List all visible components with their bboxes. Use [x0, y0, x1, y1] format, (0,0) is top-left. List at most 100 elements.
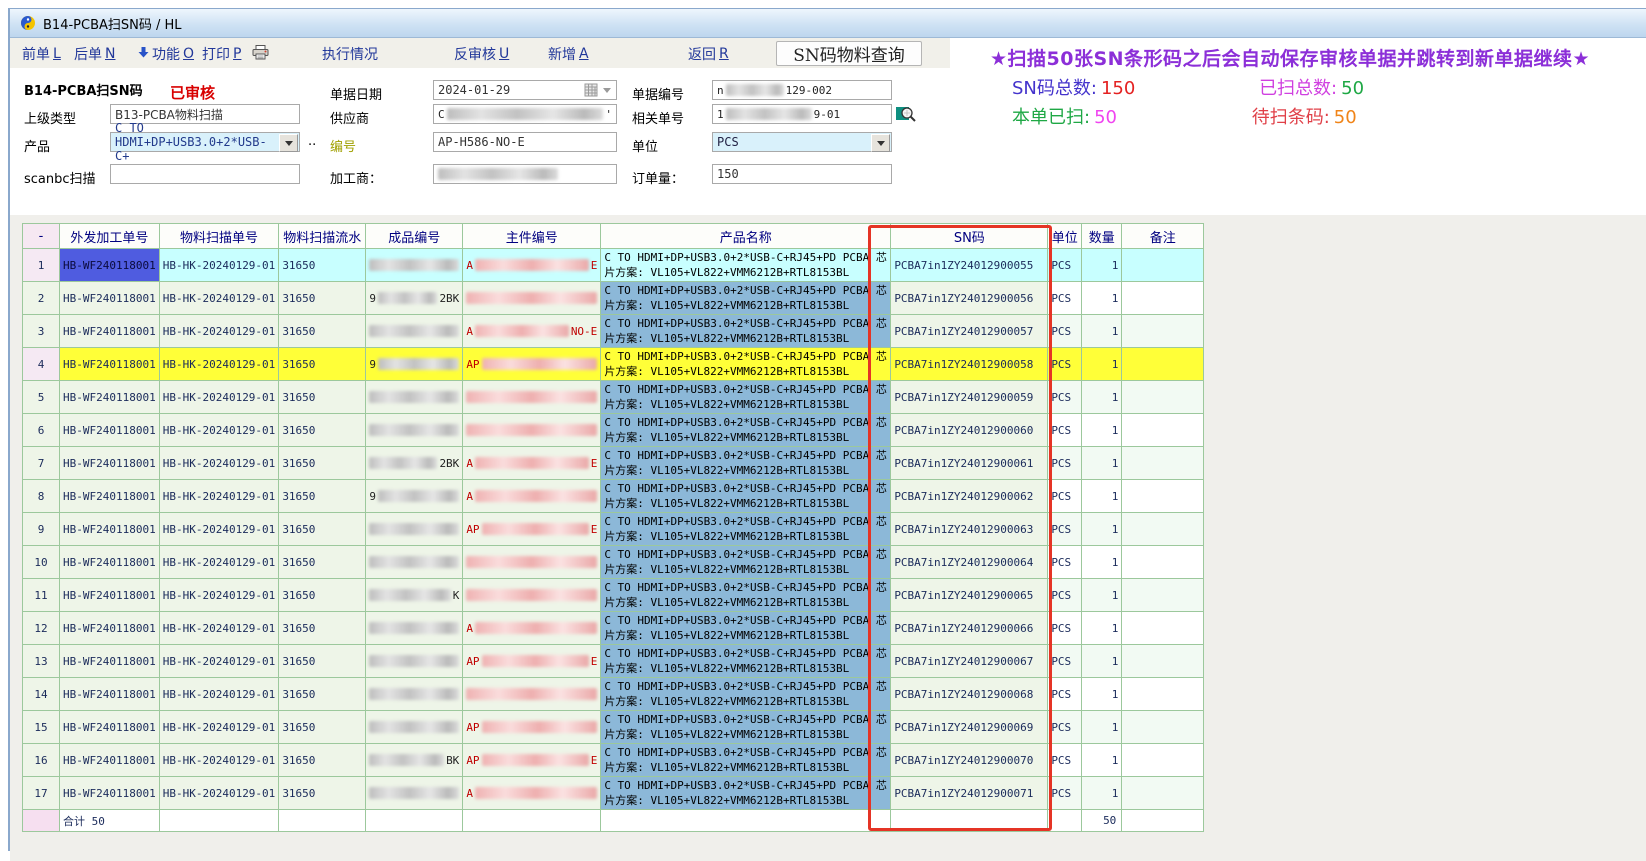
cell-main-code[interactable]: AP: [463, 711, 601, 744]
product-dropdown[interactable]: C TO HDMI+DP+USB3.0+2*USB-C+: [110, 132, 300, 152]
cell-order-no[interactable]: HB-WF240118001: [60, 579, 160, 612]
cell-row-number[interactable]: 11: [23, 579, 60, 612]
cell-serial[interactable]: 31650: [279, 315, 366, 348]
menu-return[interactable]: 返回R: [688, 44, 729, 64]
doc-no-field[interactable]: n129-002: [712, 80, 892, 100]
cell-product-code[interactable]: [366, 381, 463, 414]
cell-qty[interactable]: 1: [1082, 777, 1122, 810]
cell-order-no[interactable]: HB-WF240118001: [60, 282, 160, 315]
cell-note[interactable]: [1122, 513, 1204, 546]
cell-scan-no[interactable]: HB-HK-20240129-01: [159, 513, 279, 546]
cell-row-number[interactable]: 6: [23, 414, 60, 447]
cell-scan-no[interactable]: HB-HK-20240129-01: [159, 381, 279, 414]
unit-dropdown-arrow[interactable]: [871, 134, 890, 152]
cell-qty[interactable]: 1: [1082, 513, 1122, 546]
cell-unit[interactable]: PCS: [1048, 645, 1082, 678]
cell-row-number[interactable]: 14: [23, 678, 60, 711]
cell-sn[interactable]: PCBA7in1ZY24012900064: [891, 546, 1048, 579]
cell-qty[interactable]: 1: [1082, 249, 1122, 282]
cell-scan-no[interactable]: HB-HK-20240129-01: [159, 678, 279, 711]
cell-row-number[interactable]: 4: [23, 348, 60, 381]
cell-product-name[interactable]: C TO HDMI+DP+USB3.0+2*USB-C+RJ45+PD PCBA…: [601, 777, 891, 810]
cell-note[interactable]: [1122, 678, 1204, 711]
cell-main-code[interactable]: ANO-E: [463, 315, 601, 348]
cell-qty[interactable]: 1: [1082, 315, 1122, 348]
cell-main-code[interactable]: AE: [463, 249, 601, 282]
cell-qty[interactable]: 1: [1082, 579, 1122, 612]
cell-product-code[interactable]: BK: [366, 744, 463, 777]
cell-note[interactable]: [1122, 546, 1204, 579]
cell-unit[interactable]: PCS: [1048, 282, 1082, 315]
cell-product-code[interactable]: [366, 777, 463, 810]
cell-note[interactable]: [1122, 612, 1204, 645]
cell-main-code[interactable]: APE: [463, 513, 601, 546]
cell-sn[interactable]: PCBA7in1ZY24012900070: [891, 744, 1048, 777]
cell-product-code[interactable]: [366, 678, 463, 711]
cell-main-code[interactable]: AP: [463, 348, 601, 381]
cell-row-number[interactable]: 16: [23, 744, 60, 777]
cell-qty[interactable]: 1: [1082, 348, 1122, 381]
menu-execution-status[interactable]: 执行情况: [322, 44, 378, 64]
cell-product-name[interactable]: C TO HDMI+DP+USB3.0+2*USB-C+RJ45+PD PCBA…: [601, 744, 891, 777]
cell-scan-no[interactable]: HB-HK-20240129-01: [159, 315, 279, 348]
column-header-7[interactable]: SN码: [891, 224, 1048, 249]
cell-unit[interactable]: PCS: [1048, 513, 1082, 546]
cell-scan-no[interactable]: HB-HK-20240129-01: [159, 546, 279, 579]
cell-qty[interactable]: 1: [1082, 381, 1122, 414]
column-header-6[interactable]: 产品名称: [601, 224, 891, 249]
doc-date-field[interactable]: 2024-01-29: [433, 80, 617, 100]
cell-note[interactable]: [1122, 480, 1204, 513]
cell-scan-no[interactable]: HB-HK-20240129-01: [159, 711, 279, 744]
cell-qty[interactable]: 1: [1082, 414, 1122, 447]
cell-sn[interactable]: PCBA7in1ZY24012900058: [891, 348, 1048, 381]
cell-main-code[interactable]: [463, 282, 601, 315]
cell-serial[interactable]: 31650: [279, 282, 366, 315]
sn-material-query-button[interactable]: SN码物料查询: [776, 41, 922, 66]
cell-unit[interactable]: PCS: [1048, 711, 1082, 744]
cell-note[interactable]: [1122, 744, 1204, 777]
cell-row-number[interactable]: 15: [23, 711, 60, 744]
cell-note[interactable]: [1122, 381, 1204, 414]
cell-qty[interactable]: 1: [1082, 447, 1122, 480]
cell-main-code[interactable]: APE: [463, 744, 601, 777]
cell-product-name[interactable]: C TO HDMI+DP+USB3.0+2*USB-C+RJ45+PD PCBA…: [601, 315, 891, 348]
cell-main-code[interactable]: [463, 678, 601, 711]
product-browse-dots[interactable]: ..: [308, 134, 316, 149]
cell-note[interactable]: [1122, 579, 1204, 612]
cell-scan-no[interactable]: HB-HK-20240129-01: [159, 744, 279, 777]
cell-product-code[interactable]: [366, 513, 463, 546]
cell-product-code[interactable]: 2BK: [366, 447, 463, 480]
cell-unit[interactable]: PCS: [1048, 744, 1082, 777]
supplier-field[interactable]: C': [433, 104, 617, 124]
cell-order-no[interactable]: HB-WF240118001: [60, 447, 160, 480]
cell-product-code[interactable]: 9: [366, 348, 463, 381]
cell-scan-no[interactable]: HB-HK-20240129-01: [159, 612, 279, 645]
cell-scan-no[interactable]: HB-HK-20240129-01: [159, 645, 279, 678]
cell-product-name[interactable]: C TO HDMI+DP+USB3.0+2*USB-C+RJ45+PD PCBA…: [601, 414, 891, 447]
menu-add-new[interactable]: 新增A: [548, 44, 589, 64]
column-header-3[interactable]: 物料扫描流水: [279, 224, 366, 249]
cell-serial[interactable]: 31650: [279, 513, 366, 546]
cell-row-number[interactable]: 13: [23, 645, 60, 678]
cell-order-no[interactable]: HB-WF240118001: [60, 744, 160, 777]
cell-order-no[interactable]: HB-WF240118001: [60, 678, 160, 711]
cell-unit[interactable]: PCS: [1048, 678, 1082, 711]
cell-order-no[interactable]: HB-WF240118001: [60, 513, 160, 546]
cell-scan-no[interactable]: HB-HK-20240129-01: [159, 579, 279, 612]
cell-main-code[interactable]: APE: [463, 645, 601, 678]
cell-serial[interactable]: 31650: [279, 414, 366, 447]
cell-product-name[interactable]: C TO HDMI+DP+USB3.0+2*USB-C+RJ45+PD PCBA…: [601, 348, 891, 381]
cell-unit[interactable]: PCS: [1048, 480, 1082, 513]
cell-row-number[interactable]: 1: [23, 249, 60, 282]
cell-order-no[interactable]: HB-WF240118001: [60, 612, 160, 645]
cell-serial[interactable]: 31650: [279, 777, 366, 810]
cell-unit[interactable]: PCS: [1048, 348, 1082, 381]
cell-serial[interactable]: 31650: [279, 579, 366, 612]
cell-row-number[interactable]: 5: [23, 381, 60, 414]
cell-unit[interactable]: PCS: [1048, 546, 1082, 579]
cell-scan-no[interactable]: HB-HK-20240129-01: [159, 777, 279, 810]
cell-row-number[interactable]: 3: [23, 315, 60, 348]
cell-sn[interactable]: PCBA7in1ZY24012900067: [891, 645, 1048, 678]
cell-product-code[interactable]: [366, 546, 463, 579]
menu-next-doc[interactable]: 后单N: [74, 44, 115, 64]
